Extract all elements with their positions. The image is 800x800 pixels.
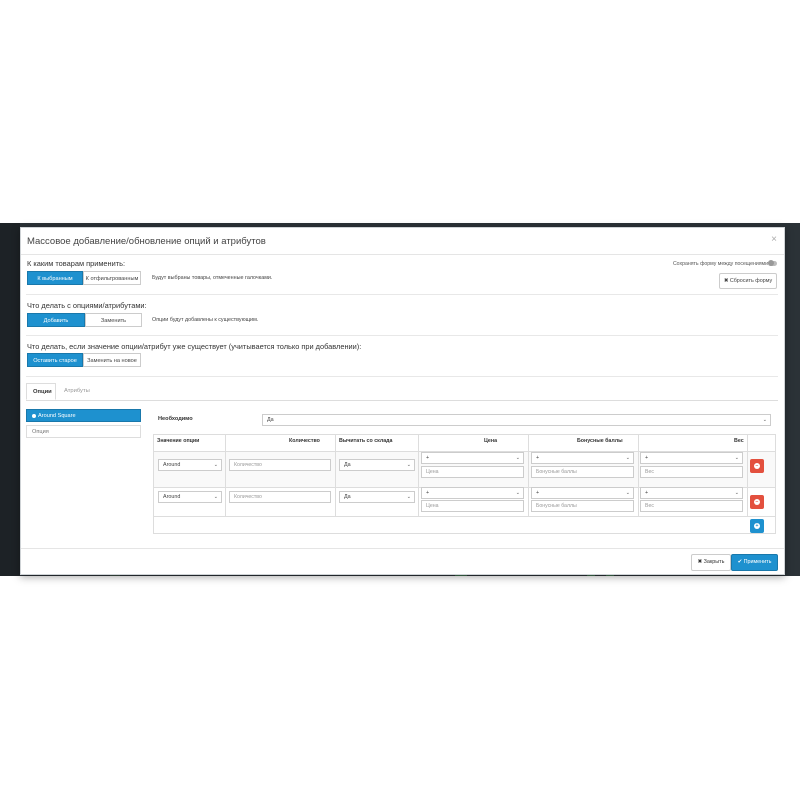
chevron-down-icon: ⌄ (625, 490, 630, 496)
subtract-select[interactable]: Да ⌄ (339, 459, 415, 471)
tab-options[interactable]: Опции (26, 383, 56, 400)
add-mode-button[interactable]: Добавить (27, 313, 85, 327)
save-form-label: Сохранять форму между посещениями (672, 261, 768, 267)
toggle-icon[interactable] (768, 260, 777, 266)
divider (26, 294, 778, 295)
required-select[interactable]: Да ⌄ (262, 414, 771, 426)
table-divider (528, 435, 529, 516)
remove-row-button[interactable]: − (750, 495, 764, 509)
table-divider (225, 435, 226, 516)
divider (26, 335, 778, 336)
weight-prefix-value: + (645, 455, 649, 461)
required-label: Необходимо (158, 416, 193, 422)
modal-footer-divider (21, 548, 784, 549)
required-select-value: Да (267, 417, 274, 423)
th-price: Цена (484, 438, 498, 444)
tab-bar: Опции Атрибуты (26, 383, 778, 401)
th-points: Бонусные баллы (577, 438, 623, 444)
quantity-input[interactable]: Количество (229, 491, 331, 503)
price-input[interactable]: Цена (421, 466, 524, 478)
points-input[interactable]: Бонусные баллы (531, 466, 634, 478)
add-icon: + (754, 523, 760, 529)
price-prefix-value: + (426, 455, 430, 461)
apply-filtered-button[interactable]: К отфильтрованным (83, 271, 141, 285)
chevron-down-icon: ⌄ (406, 462, 411, 468)
chevron-down-icon: ⌄ (213, 494, 218, 500)
divider (26, 376, 778, 377)
apply-to-hint: Будут выбраны товары, отмеченные галочка… (152, 275, 273, 281)
table-divider (747, 435, 748, 516)
chevron-down-icon: ⌄ (515, 490, 520, 496)
chevron-down-icon: ⌄ (734, 455, 739, 461)
exists-label: Что делать, если значение опции/атрибут … (27, 342, 362, 351)
tab-attributes[interactable]: Атрибуты (58, 383, 96, 400)
option-value-select[interactable]: Around ⌄ (158, 459, 222, 471)
th-weight: Вес (734, 438, 744, 444)
points-prefix-value: + (536, 490, 540, 496)
option-list-item-selected[interactable]: Around Square (26, 409, 141, 422)
modal-title: Массовое добавление/обновление опций и а… (27, 236, 266, 247)
th-option-value: Значение опции (157, 438, 200, 444)
th-subtract: Вычитать со склада (339, 438, 393, 444)
table-divider (335, 435, 336, 516)
remove-icon[interactable] (32, 413, 36, 418)
apply-to-button-group: К выбранным К отфильтрованным (27, 271, 141, 285)
apply-selected-button[interactable]: К выбранным (27, 271, 83, 285)
option-value-select[interactable]: Around ⌄ (158, 491, 222, 503)
keep-old-button[interactable]: Оставить старое (27, 353, 83, 367)
price-prefix-select[interactable]: + ⌄ (421, 452, 524, 464)
subtract-select[interactable]: Да ⌄ (339, 491, 415, 503)
chevron-down-icon: ⌄ (515, 455, 520, 461)
apply-button[interactable]: ✔ Применить (731, 554, 778, 571)
quantity-input[interactable]: Количество (229, 459, 331, 471)
points-prefix-select[interactable]: + ⌄ (531, 452, 634, 464)
weight-prefix-value: + (645, 490, 649, 496)
table-divider (638, 435, 639, 516)
replace-mode-button[interactable]: Заменить (85, 313, 142, 327)
chevron-down-icon: ⌄ (406, 494, 411, 500)
price-prefix-select[interactable]: + ⌄ (421, 487, 524, 499)
bulk-options-modal: Массовое добавление/обновление опций и а… (20, 227, 785, 575)
close-button[interactable]: ✖ Закрыть (691, 554, 731, 571)
reset-form-button[interactable]: ✖ Сбросить форму (719, 273, 777, 289)
modal-header: Массовое добавление/обновление опций и а… (21, 228, 784, 255)
th-quantity: Количество (289, 438, 320, 444)
apply-to-label: К каким товарам применить: (27, 259, 126, 268)
chevron-down-icon: ⌄ (625, 455, 630, 461)
remove-row-button[interactable]: − (750, 459, 764, 473)
points-prefix-select[interactable]: + ⌄ (531, 487, 634, 499)
points-prefix-value: + (536, 455, 540, 461)
exists-button-group: Оставить старое Заменить на новое (27, 353, 141, 367)
price-input[interactable]: Цена (421, 500, 524, 512)
weight-prefix-select[interactable]: + ⌄ (640, 487, 743, 499)
weight-prefix-select[interactable]: + ⌄ (640, 452, 743, 464)
action-button-group: Добавить Заменить (27, 313, 142, 327)
chevron-down-icon: ⌄ (213, 462, 218, 468)
subtract-value: Да (344, 494, 351, 500)
weight-input[interactable]: Вес (640, 466, 743, 478)
close-icon[interactable]: × (771, 234, 777, 245)
subtract-value: Да (344, 462, 351, 468)
chevron-down-icon: ⌄ (734, 490, 739, 496)
action-label: Что делать с опциями/атрибутами: (27, 301, 147, 310)
option-value-text: Around (163, 462, 181, 468)
table-divider (418, 435, 419, 516)
replace-new-button[interactable]: Заменить на новое (83, 353, 141, 367)
option-list-item-label: Around Square (38, 413, 76, 419)
option-values-table: Значение опции Количество Вычитать со ск… (153, 434, 776, 534)
remove-icon: − (754, 499, 760, 505)
price-prefix-value: + (426, 490, 430, 496)
remove-icon: − (754, 463, 760, 469)
weight-input[interactable]: Вес (640, 500, 743, 512)
add-row-button[interactable]: + (750, 519, 764, 533)
option-search-input[interactable]: Опция (26, 425, 141, 438)
points-input[interactable]: Бонусные баллы (531, 500, 634, 512)
action-hint: Опции будут добавлены к существующим. (152, 317, 259, 323)
backdrop-sidebar (0, 223, 20, 576)
chevron-down-icon: ⌄ (762, 417, 767, 423)
option-value-text: Around (163, 494, 181, 500)
table-divider (154, 516, 775, 517)
